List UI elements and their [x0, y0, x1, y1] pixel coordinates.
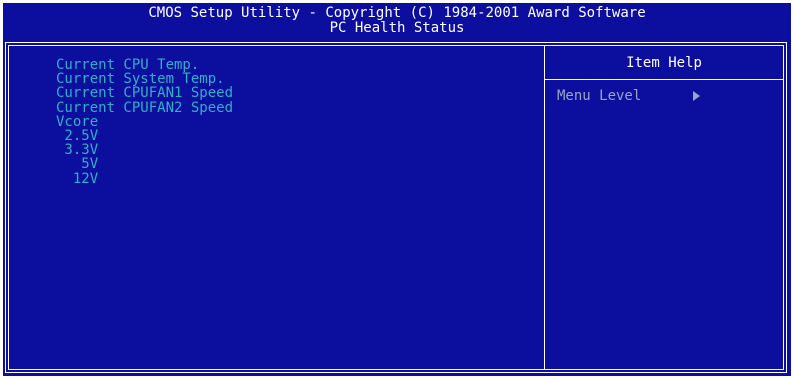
- setting-12v[interactable]: 12V: [56, 171, 233, 186]
- setting-current-cpu-temp[interactable]: Current CPU Temp.: [56, 58, 233, 72]
- panel-divider: [544, 46, 545, 369]
- setting-5v[interactable]: 5V: [56, 157, 233, 171]
- item-help-separator: [545, 79, 783, 80]
- main-frame: Current CPU Temp. Current System Temp. C…: [5, 42, 787, 373]
- setting-current-cpufan2-speed[interactable]: Current CPUFAN2 Speed: [56, 100, 233, 115]
- page-title: PC Health Status: [329, 20, 465, 36]
- settings-list: Current CPU Temp. Current System Temp. C…: [56, 58, 233, 186]
- setting-current-cpufan1-speed[interactable]: Current CPUFAN1 Speed: [56, 86, 233, 100]
- bios-screen: CMOS Setup Utility - Copyright (C) 1984-…: [3, 3, 791, 376]
- setting-vcore[interactable]: Vcore: [56, 115, 233, 129]
- setting-2-5v[interactable]: 2.5V: [56, 129, 233, 143]
- item-help-title: Item Help: [626, 55, 702, 71]
- menu-level-label: Menu Level: [557, 88, 642, 104]
- setting-current-system-temp[interactable]: Current System Temp.: [56, 72, 233, 86]
- menu-level-arrow-icon: [693, 91, 700, 101]
- main-frame-inner: Current CPU Temp. Current System Temp. C…: [8, 45, 784, 370]
- setting-3-3v[interactable]: 3.3V: [56, 143, 233, 157]
- utility-title: CMOS Setup Utility - Copyright (C) 1984-…: [148, 5, 646, 21]
